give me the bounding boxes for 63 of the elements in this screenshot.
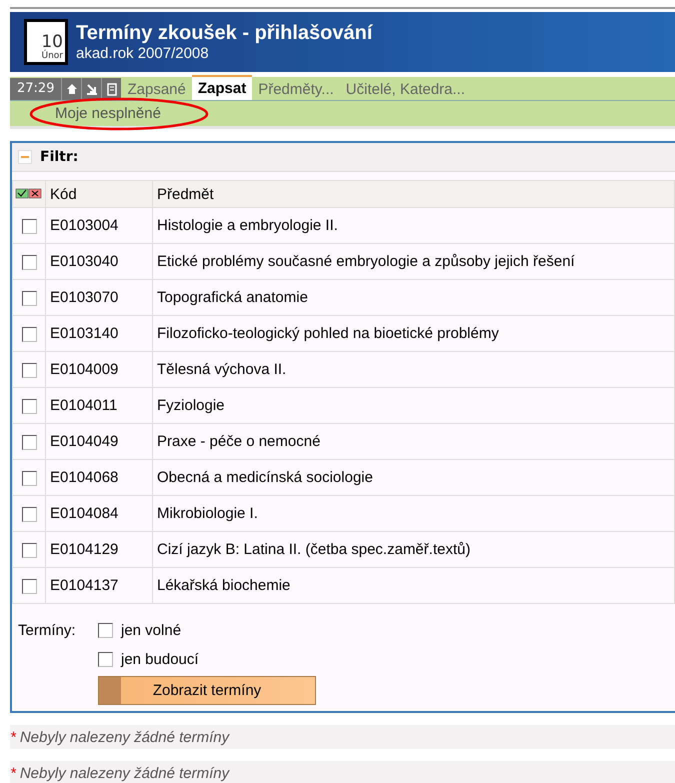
- row-checkbox[interactable]: [22, 542, 36, 558]
- table-cell: Fyziologie: [152, 388, 674, 424]
- column-header: Předmět: [152, 180, 674, 208]
- option-checkbox[interactable]: [98, 652, 113, 667]
- nav-tab[interactable]: Zapsat: [192, 75, 252, 100]
- table-cell: Cizí jazyk B: Latina II. (četba spec.zaměř.textů): [152, 532, 674, 568]
- column-header: Kód: [46, 180, 152, 208]
- table-cell: Obecná a medicínská sociologie: [152, 460, 674, 496]
- page-title: Termíny zkoušek - přihlašování: [76, 22, 372, 45]
- row-checkbox[interactable]: [22, 362, 36, 378]
- option-label: jen budoucí: [121, 651, 199, 668]
- option-checkbox[interactable]: [98, 623, 113, 638]
- row-checkbox[interactable]: [22, 434, 36, 450]
- row-checkbox[interactable]: [22, 218, 36, 234]
- show-terms-button[interactable]: Zobrazit termíny: [98, 676, 316, 705]
- download-icon: [86, 83, 98, 95]
- home-icon: [66, 83, 78, 95]
- message-text: Nebyly nalezeny žádné termíny: [20, 728, 230, 746]
- option-label: jen volné: [121, 622, 182, 639]
- table-cell: Histologie a embryologie II.: [152, 208, 674, 244]
- table-cell: Tělesná výchova II.: [152, 352, 674, 388]
- print-button[interactable]: [101, 78, 122, 100]
- terms-label: Termíny:: [18, 622, 77, 639]
- download-button[interactable]: [81, 78, 102, 100]
- filter-title: Filtr:: [40, 149, 78, 165]
- asterisk-mark: *: [10, 764, 16, 782]
- table-cell: Topografická anatomie: [152, 280, 674, 316]
- nav-tab[interactable]: Předměty...: [252, 78, 340, 100]
- session-timer: 27:29: [10, 78, 62, 100]
- row-checkbox[interactable]: [22, 398, 36, 414]
- minus-icon: [21, 156, 29, 158]
- table-cell: E0104137: [46, 568, 152, 604]
- table-cell: Mikrobiologie I.: [152, 496, 674, 532]
- row-checkbox[interactable]: [22, 326, 36, 342]
- table-cell: E0104009: [46, 352, 152, 388]
- table-cell: E0103140: [46, 316, 152, 352]
- nav-tab[interactable]: Učitelé, Katedra...: [340, 78, 472, 100]
- row-checkbox[interactable]: [22, 506, 36, 522]
- table-cell: E0103004: [46, 208, 152, 244]
- select-all-icon[interactable]: [15, 188, 43, 198]
- document-icon: [106, 82, 117, 96]
- table-cell: E0104049: [46, 424, 152, 460]
- home-button[interactable]: [61, 78, 82, 100]
- calendar-icon: 10 Únor: [24, 19, 68, 65]
- asterisk-mark: *: [10, 728, 16, 746]
- table-cell: E0103070: [46, 280, 152, 316]
- row-checkbox[interactable]: [22, 578, 36, 594]
- row-checkbox[interactable]: [22, 254, 36, 270]
- collapse-toggle[interactable]: [18, 150, 32, 164]
- table-cell: Lékařská biochemie: [152, 568, 674, 604]
- row-checkbox[interactable]: [22, 290, 36, 306]
- message-text: Nebyly nalezeny žádné termíny: [20, 764, 230, 782]
- nav-tab[interactable]: Zapsané: [121, 78, 192, 100]
- row-checkbox[interactable]: [22, 470, 36, 486]
- table-cell: E0104011: [46, 388, 152, 424]
- table-cell: E0104129: [46, 532, 152, 568]
- table-cell: E0103040: [46, 244, 152, 280]
- table-cell: E0104084: [46, 496, 152, 532]
- table-cell: Praxe - péče o nemocné: [152, 424, 674, 460]
- table-cell: E0104068: [46, 460, 152, 496]
- table-cell: Filozoficko-teologický pohled na bioetické problémy: [152, 316, 674, 352]
- table-cell: Etické problémy současné embryologie a způsoby jejich řešení: [152, 244, 674, 280]
- page-subtitle: akad.rok 2007/2008: [76, 45, 210, 62]
